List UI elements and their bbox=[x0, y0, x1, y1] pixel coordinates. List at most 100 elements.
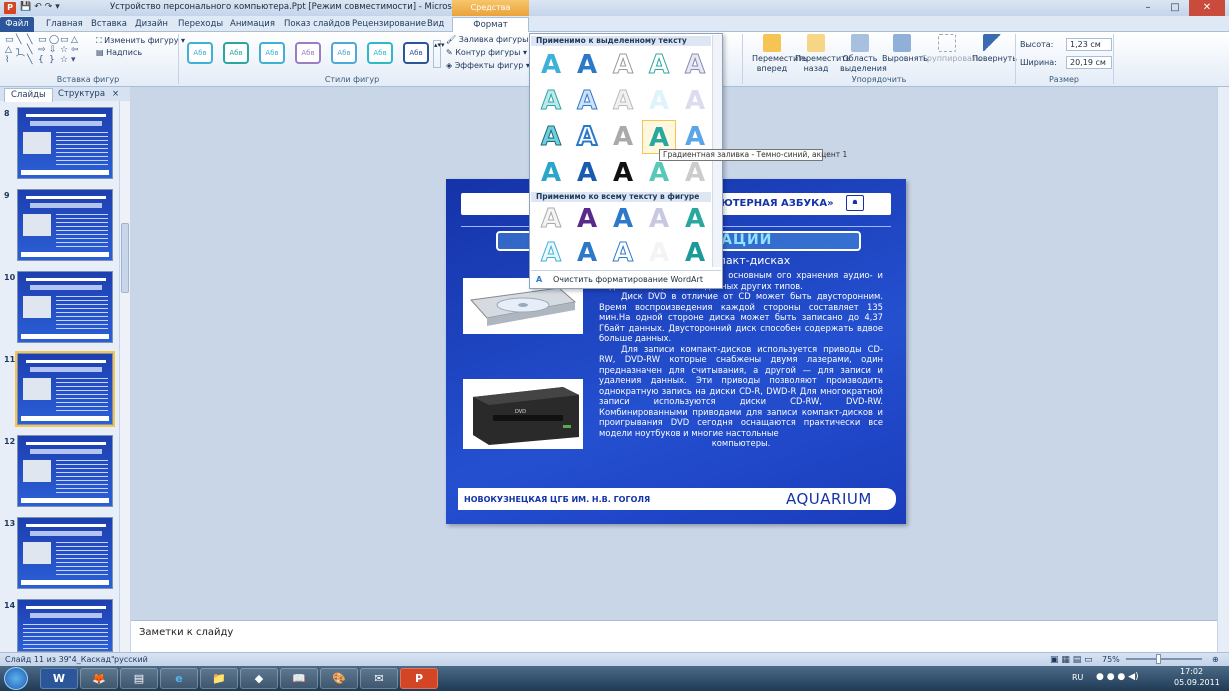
wordart-style[interactable]: A bbox=[570, 236, 604, 270]
zoom-slider-thumb[interactable] bbox=[1156, 654, 1161, 664]
clear-wordart-button[interactable]: A Очистить форматирование WordArt bbox=[531, 270, 721, 288]
zoom-level[interactable]: 75% bbox=[1102, 655, 1120, 664]
bring-forward-button[interactable]: Переместить вперед bbox=[752, 34, 808, 74]
wordart-style[interactable]: A bbox=[642, 48, 676, 82]
wordart-style[interactable]: A bbox=[678, 202, 712, 236]
wordart-style[interactable]: A bbox=[606, 156, 640, 190]
text-box-button[interactable]: ▤ Надпись bbox=[96, 48, 142, 57]
clock-date[interactable]: 05.09.2011 bbox=[1174, 678, 1220, 687]
wordart-style[interactable]: A bbox=[642, 202, 676, 236]
quick-access-toolbar[interactable]: 💾↶↷▾ bbox=[20, 2, 63, 12]
slide-thumbnail-12[interactable] bbox=[17, 435, 113, 507]
shape-style-6[interactable]: Абв bbox=[367, 42, 393, 64]
align-button[interactable]: Выровнять bbox=[882, 34, 928, 64]
wordart-style[interactable]: A bbox=[678, 156, 712, 190]
slides-scrollbar[interactable] bbox=[119, 101, 130, 652]
wordart-style[interactable]: A bbox=[678, 48, 712, 82]
wordart-style[interactable]: A bbox=[606, 236, 640, 270]
tab-insert[interactable]: Вставка bbox=[91, 17, 127, 32]
scrollbar-thumb[interactable] bbox=[121, 223, 129, 293]
tab-format[interactable]: Формат bbox=[452, 17, 529, 32]
slide-thumbnail-8[interactable] bbox=[17, 107, 113, 179]
edit-shape-button[interactable]: ⛶ Изменить фигуру ▾ bbox=[96, 36, 185, 46]
wordart-style[interactable]: A bbox=[534, 48, 568, 82]
powerpoint-taskbar-icon[interactable]: P bbox=[400, 668, 438, 689]
wordart-style[interactable]: A bbox=[534, 84, 568, 118]
tab-design[interactable]: Дизайн bbox=[135, 17, 168, 32]
dvd-drive-image[interactable]: DVD bbox=[463, 379, 583, 449]
minimize-button[interactable]: – bbox=[1135, 0, 1161, 16]
wordart-style[interactable]: A bbox=[534, 202, 568, 236]
tab-slideshow[interactable]: Показ слайдов bbox=[284, 17, 350, 32]
shape-style-5[interactable]: Абв bbox=[331, 42, 357, 64]
wordart-style[interactable]: A bbox=[534, 156, 568, 190]
shape-outline-button[interactable]: ✎ Контур фигуры ▾ bbox=[446, 48, 527, 57]
shapes-gallery[interactable]: ▭ ╲ ╲ ▭ ◯▭ △ △ ┐ ╲ ⇨ ⇩ ☆ ⇦ ⌇ ⌒ ╲{} ☆ ▾ bbox=[4, 35, 90, 65]
input-language[interactable]: RU bbox=[1072, 673, 1083, 682]
theme-name[interactable]: "4_Каскад" bbox=[68, 655, 115, 664]
shape-style-3[interactable]: Абв bbox=[259, 42, 285, 64]
shape-fill-button[interactable]: 🖌 Заливка фигуры ▾ bbox=[446, 35, 535, 44]
word-taskbar-icon[interactable]: W bbox=[40, 668, 78, 689]
shape-style-4[interactable]: Абв bbox=[295, 42, 321, 64]
wordart-style[interactable]: A bbox=[642, 156, 676, 190]
main-vertical-scrollbar[interactable] bbox=[1217, 87, 1229, 652]
wordart-style[interactable]: A bbox=[534, 120, 568, 154]
powerpoint-icon[interactable]: P bbox=[4, 2, 16, 14]
firefox-taskbar-icon[interactable]: 🦊 bbox=[80, 668, 118, 689]
wordart-style[interactable]: A bbox=[606, 48, 640, 82]
fit-slide-icon[interactable]: ⊕ bbox=[1212, 655, 1219, 664]
wordart-style[interactable]: A bbox=[570, 84, 604, 118]
explorer-taskbar-icon[interactable]: 📁 bbox=[200, 668, 238, 689]
wordart-style[interactable]: A bbox=[606, 84, 640, 118]
tab-home[interactable]: Главная bbox=[46, 17, 83, 32]
tab-transitions[interactable]: Переходы bbox=[178, 17, 223, 32]
view-buttons[interactable]: ▣ ▦ ▤ ▭ bbox=[1050, 655, 1093, 665]
wordart-style[interactable]: A bbox=[642, 236, 676, 270]
height-input[interactable]: 1,23 см bbox=[1066, 38, 1112, 51]
app-taskbar-icon[interactable]: ◆ bbox=[240, 668, 278, 689]
wordart-style[interactable]: A bbox=[606, 202, 640, 236]
slide-thumbnail-10[interactable] bbox=[17, 271, 113, 343]
close-button[interactable]: ✕ bbox=[1189, 0, 1225, 16]
messenger-taskbar-icon[interactable]: ✉ bbox=[360, 668, 398, 689]
slide-body-text[interactable]: R) пожалуй, являются основным ого хранен… bbox=[599, 270, 883, 449]
wordart-style[interactable]: A bbox=[570, 156, 604, 190]
rotate-button[interactable]: Повернуть bbox=[972, 34, 1017, 64]
shape-style-7[interactable]: Абв bbox=[403, 42, 429, 64]
slide-thumbnail-14[interactable] bbox=[17, 599, 113, 660]
wordart-style[interactable]: A bbox=[570, 202, 604, 236]
paint-taskbar-icon[interactable]: 🎨 bbox=[320, 668, 358, 689]
group-button[interactable]: Группировать bbox=[922, 34, 981, 64]
tab-animations[interactable]: Анимация bbox=[230, 17, 275, 32]
wordart-style[interactable]: A bbox=[642, 84, 676, 118]
reader-taskbar-icon[interactable]: 📖 bbox=[280, 668, 318, 689]
shape-style-2[interactable]: Абв bbox=[223, 42, 249, 64]
notes-pane[interactable]: Заметки к слайду bbox=[131, 620, 1217, 652]
slide-thumbnail-13[interactable] bbox=[17, 517, 113, 589]
panel-close-icon[interactable]: × bbox=[112, 88, 119, 101]
tray-icons[interactable]: ● ● ● ◀) bbox=[1096, 672, 1139, 682]
selection-pane-button[interactable]: Область выделения bbox=[840, 34, 887, 74]
slide-thumbnail-11-selected[interactable] bbox=[15, 351, 115, 427]
start-button-icon[interactable] bbox=[4, 667, 28, 690]
wordart-style[interactable]: A bbox=[678, 84, 712, 118]
tab-view[interactable]: Вид bbox=[427, 17, 444, 32]
wordart-style[interactable]: A bbox=[678, 236, 712, 270]
tab-outline[interactable]: Структура bbox=[52, 88, 111, 101]
shape-effects-button[interactable]: ◈ Эффекты фигур ▾ bbox=[446, 61, 530, 70]
zoom-slider[interactable] bbox=[1126, 658, 1202, 660]
tab-review[interactable]: Рецензирование bbox=[352, 17, 426, 32]
send-backward-button[interactable]: Переместить назад bbox=[795, 34, 851, 74]
language-indicator[interactable]: русский bbox=[114, 655, 148, 664]
width-input[interactable]: 20,19 см bbox=[1066, 56, 1112, 69]
wordart-style[interactable]: A bbox=[606, 120, 640, 154]
notepad-taskbar-icon[interactable]: ▤ bbox=[120, 668, 158, 689]
maximize-button[interactable]: □ bbox=[1162, 0, 1188, 16]
shape-style-1[interactable]: Абв bbox=[187, 42, 213, 64]
clock-time[interactable]: 17:02 bbox=[1180, 667, 1203, 676]
ie-taskbar-icon[interactable]: e bbox=[160, 668, 198, 689]
wordart-style[interactable]: A bbox=[570, 48, 604, 82]
styles-more-button[interactable]: ▴▾▾ bbox=[433, 40, 445, 68]
wordart-style[interactable]: A bbox=[534, 236, 568, 270]
